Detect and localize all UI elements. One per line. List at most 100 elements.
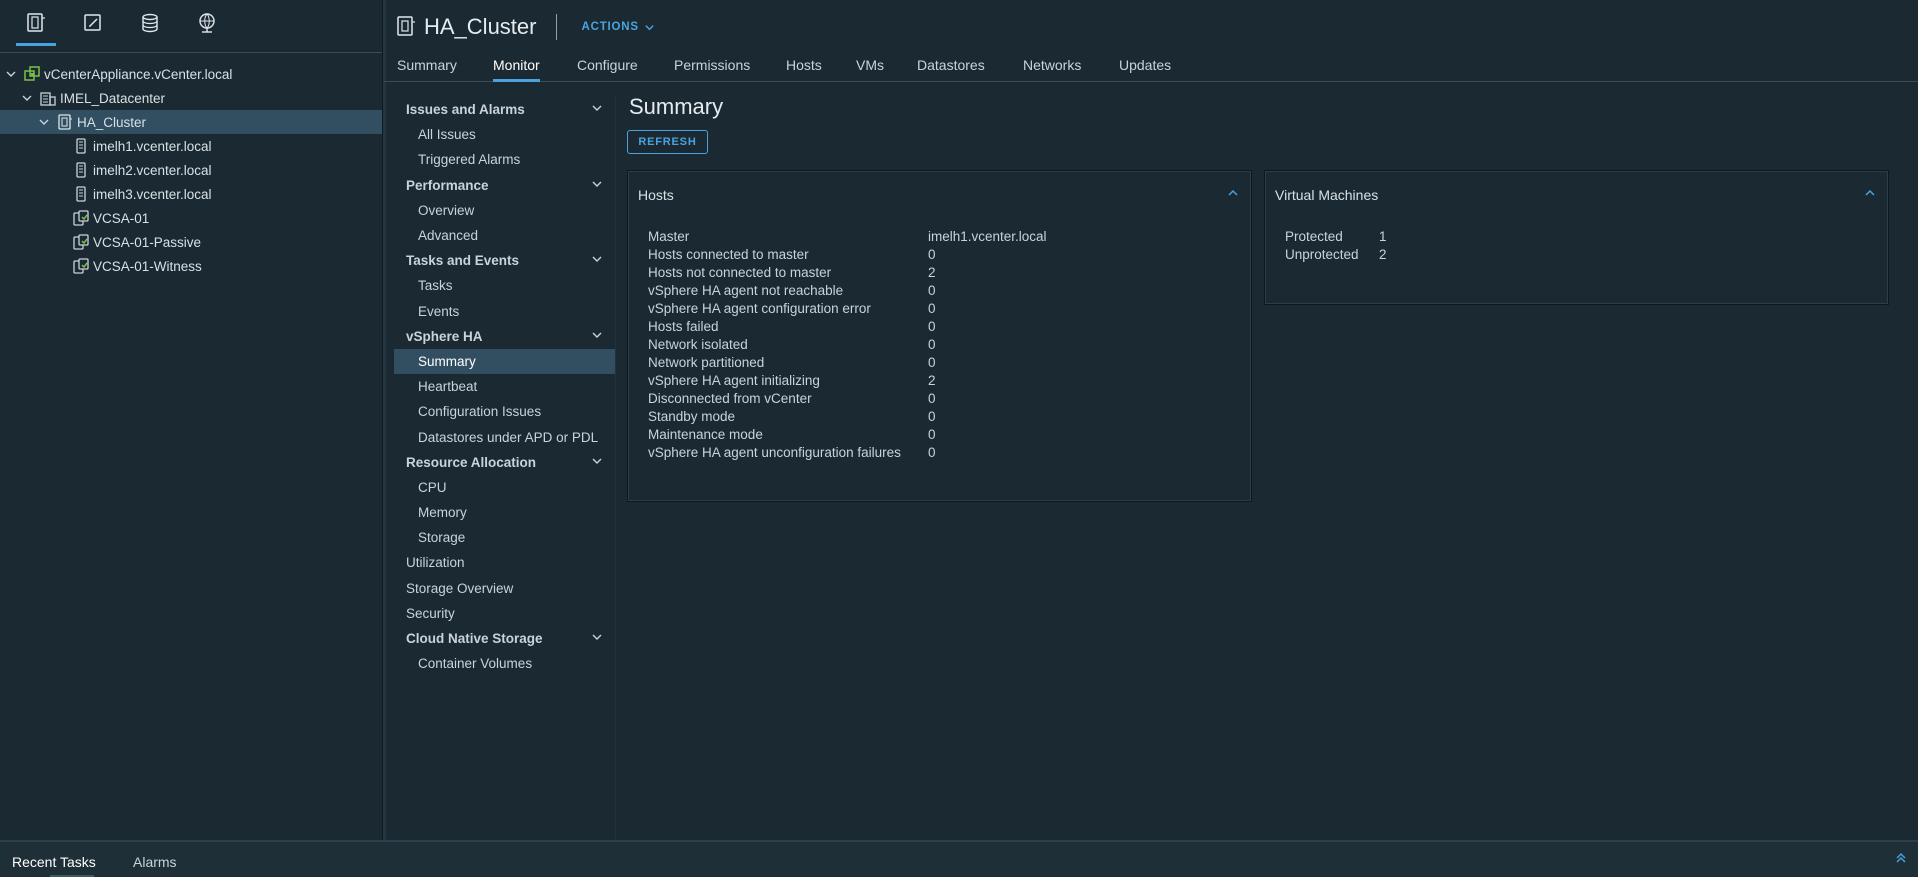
inventory-tabs (0, 0, 382, 53)
chevron-down-icon[interactable] (4, 67, 18, 81)
inventory-panel: vCenterAppliance.vCenter.local IMEL_Data… (0, 0, 386, 840)
networking-icon (199, 13, 215, 33)
kv-value: 0 (928, 427, 936, 442)
chevron-down-icon[interactable] (37, 115, 51, 129)
kv-label: Hosts connected to master (648, 247, 809, 262)
nav-item-advanced[interactable]: Advanced (394, 223, 615, 248)
nav-item-summary[interactable]: Summary (394, 348, 615, 375)
tree-item-label: HA_Cluster (77, 114, 147, 130)
tab-hosts[interactable]: Hosts (786, 57, 822, 81)
tab-permissions[interactable]: Permissions (674, 57, 750, 81)
tab-vms[interactable]: VMs (856, 57, 884, 81)
tab-summary[interactable]: Summary (397, 57, 457, 81)
tab-monitor[interactable]: Monitor (493, 57, 540, 82)
nav-item-datastores-under-apd-or-pdl[interactable]: Datastores under APD or PDL (394, 424, 615, 449)
hosts-clusters-tab[interactable] (16, 12, 56, 52)
tree-item-cluster[interactable]: HA_Cluster (0, 110, 382, 134)
cluster-icon (396, 15, 416, 39)
nav-item-events[interactable]: Events (394, 299, 615, 324)
tree-item-label: VCSA-01-Witness (93, 258, 202, 274)
nav-item-utilization[interactable]: Utilization (394, 550, 615, 575)
kv-label: vSphere HA agent not reachable (648, 283, 844, 298)
nav-section-label: Cloud Native Storage (406, 631, 543, 647)
datacenter-icon (40, 90, 56, 106)
kv-label: vSphere HA agent configuration error (648, 301, 871, 316)
nav-item-overview[interactable]: Overview (394, 198, 615, 223)
kv-label: Master (648, 229, 690, 244)
nav-item-cpu[interactable]: CPU (394, 475, 615, 500)
actions-label: ACTIONS (581, 21, 639, 33)
tab-updates[interactable]: Updates (1119, 57, 1171, 81)
tree-item-label: imelh1.vcenter.local (93, 138, 212, 154)
hosts-labels: Master Hosts connected to master Hosts not… (648, 229, 901, 463)
nav-item-memory[interactable]: Memory (394, 500, 615, 525)
kv-label: Hosts not connected to master (648, 265, 832, 280)
card-title: Virtual Machines (1275, 187, 1379, 203)
kv-label: Unprotected (1285, 247, 1359, 262)
chevron-up-icon[interactable] (1227, 187, 1239, 202)
tab-configure[interactable]: Configure (577, 57, 638, 81)
vms-templates-tab[interactable] (73, 12, 113, 52)
chevron-up-icon[interactable] (1864, 187, 1876, 202)
nav-section-cloud-native-storage[interactable]: Cloud Native Storage (394, 626, 615, 651)
nav-section-issues-and-alarms[interactable]: Issues and Alarms (394, 97, 615, 122)
kv-value: 0 (928, 319, 936, 334)
tab-recent-tasks[interactable]: Recent Tasks (12, 854, 96, 877)
nav-item-tasks[interactable]: Tasks (394, 273, 615, 298)
nav-item-all-issues[interactable]: All Issues (394, 122, 615, 147)
nav-section-tasks-and-events[interactable]: Tasks and Events (394, 248, 615, 273)
tree-item-vm[interactable]: VCSA-01-Witness (0, 254, 382, 278)
refresh-button[interactable]: REFRESH (627, 130, 708, 154)
storage-icon (142, 13, 158, 33)
header-divider (556, 14, 558, 40)
kv-label: Standby mode (648, 409, 736, 424)
vms-values: 12 (1379, 229, 1387, 265)
tree-item-vm[interactable]: VCSA-01-Passive (0, 230, 382, 254)
tree-item-host[interactable]: imelh3.vcenter.local (0, 182, 382, 206)
tab-alarms[interactable]: Alarms (133, 854, 177, 870)
inventory-tree: vCenterAppliance.vCenter.local IMEL_Data… (0, 53, 382, 278)
nav-section-resource-allocation[interactable]: Resource Allocation (394, 450, 615, 475)
vm-icon (73, 258, 89, 274)
tree-item-host[interactable]: imelh2.vcenter.local (0, 158, 382, 182)
monitor-sidenav: Issues and Alarms All Issues Triggered Ala… (394, 95, 616, 840)
nav-item-security[interactable]: Security (394, 601, 615, 626)
chevron-down-icon (591, 253, 603, 268)
networking-tab[interactable] (187, 12, 227, 52)
expand-panel-icon[interactable] (1894, 851, 1908, 868)
host-icon (73, 138, 89, 154)
host-icon (73, 186, 89, 202)
vcenter-icon (24, 66, 40, 82)
tree-item-label: vCenterAppliance.vCenter.local (44, 66, 233, 82)
kv-value: 0 (928, 355, 936, 370)
nav-item-triggered-alarms[interactable]: Triggered Alarms (394, 147, 615, 172)
kv-label: vSphere HA agent initializing (648, 373, 820, 388)
tree-item-label: IMEL_Datacenter (60, 90, 166, 106)
card-title: Hosts (638, 187, 674, 203)
nav-item-storage[interactable]: Storage (394, 525, 615, 550)
kv-value: 1 (1379, 229, 1387, 244)
nav-item-storage-overview[interactable]: Storage Overview (394, 576, 615, 601)
hosts-clusters-icon (27, 13, 45, 32)
tab-networks[interactable]: Networks (1023, 57, 1081, 81)
nav-section-vsphere-ha[interactable]: vSphere HA (394, 324, 615, 349)
nav-item-container-volumes[interactable]: Container Volumes (394, 651, 615, 676)
bottom-panel-bar: Recent Tasks Alarms (0, 840, 1918, 877)
tree-item-datacenter[interactable]: IMEL_Datacenter (0, 86, 382, 110)
nav-section-performance[interactable]: Performance (394, 173, 615, 198)
nav-item-configuration-issues[interactable]: Configuration Issues (394, 399, 615, 424)
vms-labels: Protected Unprotected (1285, 229, 1359, 265)
nav-item-heartbeat[interactable]: Heartbeat (394, 374, 615, 399)
vms-templates-icon (84, 14, 101, 31)
tab-datastores[interactable]: Datastores (917, 57, 985, 81)
chevron-down-icon[interactable] (20, 91, 34, 105)
chevron-down-icon (645, 24, 654, 30)
vm-icon (73, 234, 89, 250)
actions-button[interactable]: ACTIONS (581, 21, 654, 33)
tree-item-host[interactable]: imelh1.vcenter.local (0, 134, 382, 158)
tree-item-vm[interactable]: VCSA-01 (0, 206, 382, 230)
hosts-values: imelh1.vcenter.local 0 2 0 0 0 0 0 2 0 0 0 0 (928, 229, 1047, 463)
storage-tab[interactable] (130, 12, 170, 52)
tree-item-vcenter[interactable]: vCenterAppliance.vCenter.local (0, 62, 382, 86)
nav-section-label: Issues and Alarms (406, 102, 525, 118)
